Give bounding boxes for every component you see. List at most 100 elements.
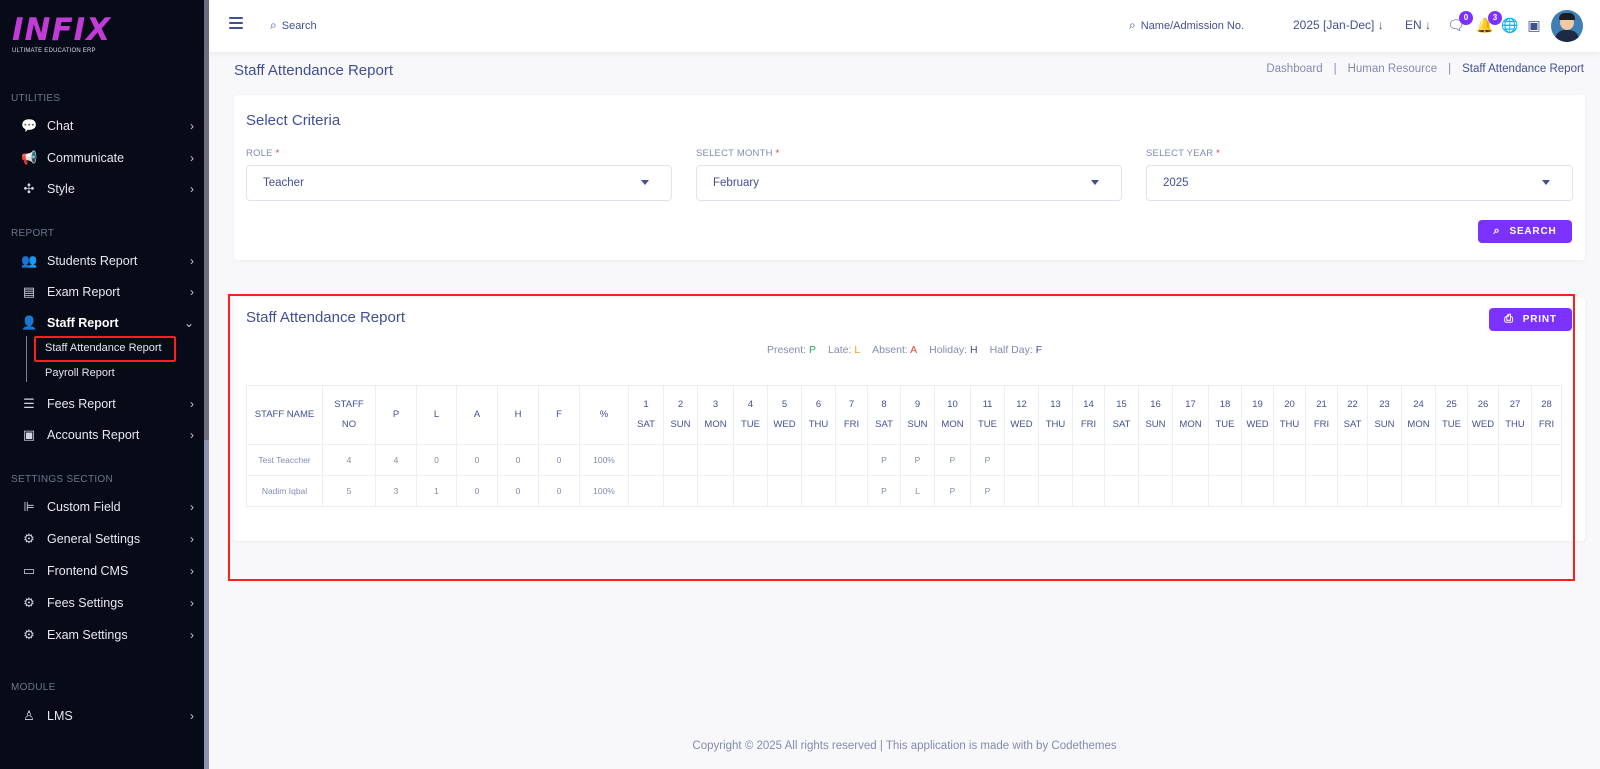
language-select[interactable]: EN ↓ <box>1405 18 1431 32</box>
chevron-right-icon: › <box>190 532 194 546</box>
chevron-right-icon: › <box>190 285 194 299</box>
sidebar-item-fees-report[interactable]: ☰ Fees Report › <box>0 390 204 418</box>
sidebar-scrollbar[interactable] <box>204 0 209 769</box>
sidebar-item-label: Accounts Report <box>47 428 140 442</box>
sidebar-item-label: Custom Field <box>47 500 121 514</box>
month-label: SELECT MONTH * <box>696 148 780 159</box>
sidebar-item-label: Style <box>47 182 75 196</box>
custom-field-icon: ⊫ <box>23 499 35 514</box>
sidebar-item-label: Exam Settings <box>47 628 128 642</box>
sidebar-item-label: LMS <box>47 709 73 723</box>
chevron-right-icon: › <box>190 564 194 578</box>
sidebar-item-frontend-cms[interactable]: ▭ Frontend CMS › <box>0 557 204 585</box>
chevron-right-icon: › <box>190 119 194 133</box>
sidebar-item-lms[interactable]: ♙ LMS › <box>0 702 204 730</box>
logo[interactable]: INFIX ULTIMATE EDUCATION ERP <box>12 14 111 54</box>
scrollbar-thumb[interactable] <box>204 440 209 769</box>
chevron-right-icon: › <box>190 182 194 196</box>
breadcrumb-current[interactable]: Staff Attendance Report <box>1462 63 1584 75</box>
lms-icon: ♙ <box>23 708 35 723</box>
submenu-line <box>26 336 27 382</box>
dashboard-icon[interactable]: ▣ <box>1525 17 1543 35</box>
highlight-frame <box>228 294 1575 581</box>
role-label: ROLE * <box>246 148 280 159</box>
chevron-right-icon: › <box>190 596 194 610</box>
sidebar-item-label: General Settings <box>47 532 141 546</box>
sidebar-item-accounts-report[interactable]: ▣ Accounts Report › <box>0 421 204 449</box>
fees-icon: ☰ <box>23 396 35 411</box>
sidebar-item-students-report[interactable]: 👥 Students Report › <box>0 247 204 275</box>
sidebar-item-label: Fees Settings <box>47 596 124 610</box>
search-icon: ⌕ <box>1493 225 1501 237</box>
criteria-card: Select Criteria ROLE * Teacher SELECT MO… <box>234 95 1585 260</box>
breadcrumb-human-resource[interactable]: Human Resource <box>1348 63 1437 75</box>
language-value: EN <box>1405 18 1422 32</box>
year-select[interactable]: 2025 <box>1146 165 1573 201</box>
chevron-right-icon: › <box>190 500 194 514</box>
chevron-right-icon: › <box>190 151 194 165</box>
session-value: 2025 [Jan-Dec] <box>1293 18 1375 32</box>
sidebar-item-label: Fees Report <box>47 397 116 411</box>
sidebar-item-label: Frontend CMS <box>47 564 129 578</box>
top-search[interactable]: ⌕ Search <box>270 18 317 33</box>
month-value: February <box>713 177 760 189</box>
sidebar-item-exam-settings[interactable]: ⚙ Exam Settings › <box>0 621 204 649</box>
section-title-utilities: UTILITIES <box>11 93 61 104</box>
sidebar-item-staff-report[interactable]: 👤 Staff Report ⌄ <box>0 309 204 337</box>
sidebar: INFIX ULTIMATE EDUCATION ERP UTILITIES 💬… <box>0 0 204 769</box>
notification-bell-icon[interactable]: 🔔 3 <box>1476 11 1502 35</box>
criteria-title: Select Criteria <box>246 112 341 129</box>
messages-icon[interactable]: 🗨 0 <box>1447 11 1473 35</box>
money-icon: ▣ <box>22 427 36 442</box>
sidebar-item-style[interactable]: ✣ Style › <box>0 175 204 203</box>
gears-icon: ⚙ <box>23 531 35 546</box>
topbar: ⌕ Search ⌕ Name/Admission No. 2025 [Jan-De… <box>209 0 1600 52</box>
sidebar-item-communicate[interactable]: 📢 Communicate › <box>0 144 204 172</box>
admission-search[interactable]: ⌕ Name/Admission No. <box>1129 18 1244 33</box>
sidebar-item-general-settings[interactable]: ⚙ General Settings › <box>0 525 204 553</box>
breadcrumb: Dashboard | Human Resource | Staff Atten… <box>1266 63 1584 75</box>
section-title-report: REPORT <box>11 228 55 239</box>
arrow-down-icon: ↓ <box>1425 18 1432 32</box>
role-select[interactable]: Teacher <box>246 165 672 201</box>
chevron-down-icon: ⌄ <box>183 316 194 330</box>
globe-icon[interactable]: 🌐 <box>1501 17 1519 35</box>
session-select[interactable]: 2025 [Jan-Dec] ↓ <box>1293 18 1384 32</box>
footer-copyright: Copyright © 2025 All rights reserved | T… <box>692 740 1117 752</box>
megaphone-icon: 📢 <box>21 150 38 165</box>
breadcrumb-dashboard[interactable]: Dashboard <box>1266 63 1322 75</box>
year-value: 2025 <box>1163 177 1189 189</box>
year-label: SELECT YEAR * <box>1146 148 1221 159</box>
gears-icon: ⚙ <box>23 627 35 642</box>
sidebar-subitem-staff-attendance-report[interactable]: Staff Attendance Report <box>45 342 162 354</box>
menu-toggle-icon[interactable] <box>229 17 243 29</box>
search-button[interactable]: ⌕ SEARCH <box>1478 220 1572 243</box>
caret-down-icon <box>1091 180 1099 185</box>
sidebar-item-label: Exam Report <box>47 285 120 299</box>
sidebar-item-label: Staff Report <box>47 316 119 330</box>
avatar[interactable] <box>1551 10 1583 42</box>
sidebar-item-label: Chat <box>47 119 74 133</box>
search-label: Search <box>281 19 317 32</box>
section-title-settings: SETTINGS SECTION <box>11 474 114 485</box>
sidebar-item-custom-field[interactable]: ⊫ Custom Field › <box>0 493 204 521</box>
arrow-down-icon: ↓ <box>1377 18 1384 32</box>
caret-down-icon <box>1542 180 1550 185</box>
search-icon: ⌕ <box>270 18 277 32</box>
section-title-module: MODULE <box>11 682 56 693</box>
chat-icon: 💬 <box>21 118 38 133</box>
sidebar-item-chat[interactable]: 💬 Chat › <box>0 112 204 140</box>
logo-text: INFIX <box>12 12 112 48</box>
messages-badge: 0 <box>1459 11 1473 25</box>
sidebar-item-exam-report[interactable]: ▤ Exam Report › <box>0 278 204 306</box>
users-icon: 👥 <box>21 253 38 268</box>
search-icon: ⌕ <box>1129 18 1136 32</box>
chevron-right-icon: › <box>190 709 194 723</box>
caret-down-icon <box>641 180 649 185</box>
sidebar-subitem-payroll-report[interactable]: Payroll Report <box>45 367 115 379</box>
sidebar-item-label: Students Report <box>47 254 138 268</box>
user-icon: 👤 <box>21 315 38 330</box>
month-select[interactable]: February <box>696 165 1122 201</box>
sidebar-item-fees-settings[interactable]: ⚙ Fees Settings › <box>0 589 204 617</box>
monitor-icon: ▭ <box>22 563 36 578</box>
